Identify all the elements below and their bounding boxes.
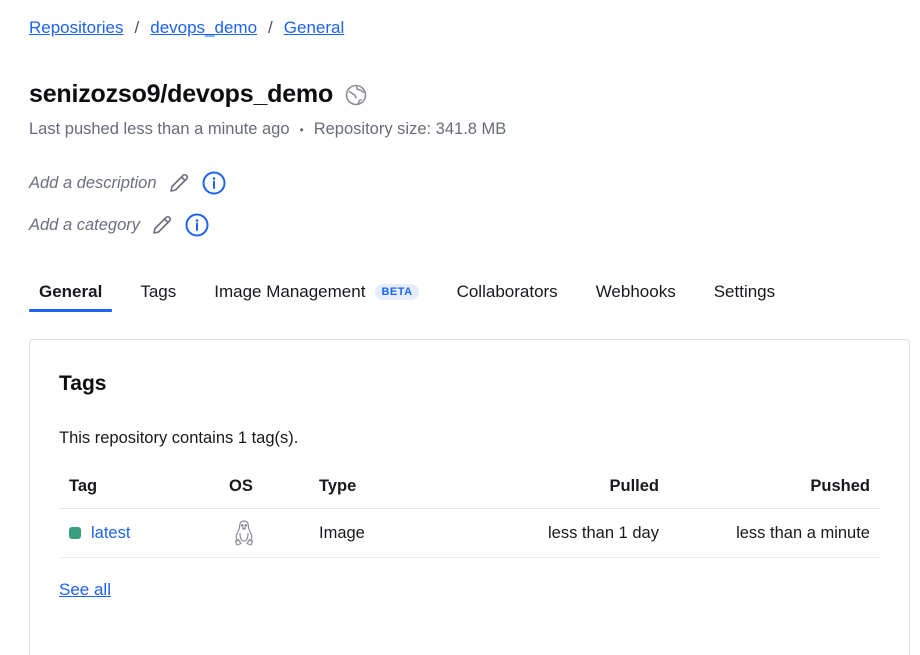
tags-table: Tag OS Type Pulled Pushed latest Image l… xyxy=(59,464,880,558)
os-cell xyxy=(219,508,309,558)
title-row: senizozso9/devops_demo xyxy=(29,80,368,109)
tab-collaborators[interactable]: Collaborators xyxy=(447,278,568,312)
card-title: Tags xyxy=(59,372,107,395)
status-indicator xyxy=(69,526,81,539)
category-row: Add a category xyxy=(29,212,210,238)
description-row: Add a description xyxy=(29,170,227,196)
tab-image-management[interactable]: Image Management BETA xyxy=(204,278,428,312)
tab-label: Collaborators xyxy=(456,282,558,301)
edit-description-pencil-icon[interactable] xyxy=(167,171,191,195)
table-header-row: Tag OS Type Pulled Pushed xyxy=(59,464,880,509)
repo-meta: Last pushed less than a minute ago • Rep… xyxy=(29,120,506,139)
tag-cell: latest xyxy=(59,508,219,558)
description-placeholder: Add a description xyxy=(29,173,157,192)
breadcrumb-separator: / xyxy=(268,18,273,37)
breadcrumb-separator: / xyxy=(134,18,140,37)
tag-link-latest[interactable]: latest xyxy=(91,524,130,542)
meta-separator-dot: • xyxy=(299,122,304,137)
tags-summary: This repository contains 1 tag(s). xyxy=(59,429,299,447)
repo-size-text: Repository size: 341.8 MB xyxy=(313,120,507,138)
column-header-pushed: Pushed xyxy=(669,464,880,509)
edit-category-pencil-icon[interactable] xyxy=(150,213,174,237)
column-header-type: Type xyxy=(309,464,439,509)
description-info-icon[interactable] xyxy=(201,170,227,196)
beta-badge: BETA xyxy=(375,284,419,300)
column-header-tag: Tag xyxy=(59,464,219,509)
pushed-cell: less than a minute xyxy=(669,508,880,558)
breadcrumb-general[interactable]: General xyxy=(284,18,344,38)
tab-general[interactable]: General xyxy=(29,278,113,312)
tab-label: Webhooks xyxy=(595,282,676,301)
category-placeholder: Add a category xyxy=(29,215,140,234)
tab-bar: General Tags Image Management BETA Collab… xyxy=(29,278,803,312)
tab-label: General xyxy=(39,282,103,301)
breadcrumb: Repositories / devops_demo / General xyxy=(29,18,344,38)
table-row: latest Image less than 1 day less than a… xyxy=(59,508,880,558)
column-header-pulled: Pulled xyxy=(439,464,669,509)
page-title: senizozso9/devops_demo xyxy=(29,80,334,108)
public-globe-icon xyxy=(344,83,368,107)
tags-card: Tags This repository contains 1 tag(s). … xyxy=(29,339,910,655)
breadcrumb-repo[interactable]: devops_demo xyxy=(150,18,257,38)
category-info-icon[interactable] xyxy=(184,212,210,238)
column-header-os: OS xyxy=(219,464,309,509)
tab-settings[interactable]: Settings xyxy=(704,278,785,312)
tab-webhooks[interactable]: Webhooks xyxy=(586,278,686,312)
last-pushed-text: Last pushed less than a minute ago xyxy=(29,120,290,138)
pulled-cell: less than 1 day xyxy=(439,508,669,558)
type-cell: Image xyxy=(309,508,439,558)
tab-tags[interactable]: Tags xyxy=(130,278,186,312)
repository-page: Repositories / devops_demo / General sen… xyxy=(0,0,920,655)
tab-label: Settings xyxy=(713,282,776,301)
tab-label: Image Management xyxy=(214,282,366,301)
breadcrumb-repositories[interactable]: Repositories xyxy=(29,18,124,38)
see-all-link[interactable]: See all xyxy=(59,580,111,600)
linux-tux-icon xyxy=(233,519,255,547)
tab-label: Tags xyxy=(140,282,177,301)
